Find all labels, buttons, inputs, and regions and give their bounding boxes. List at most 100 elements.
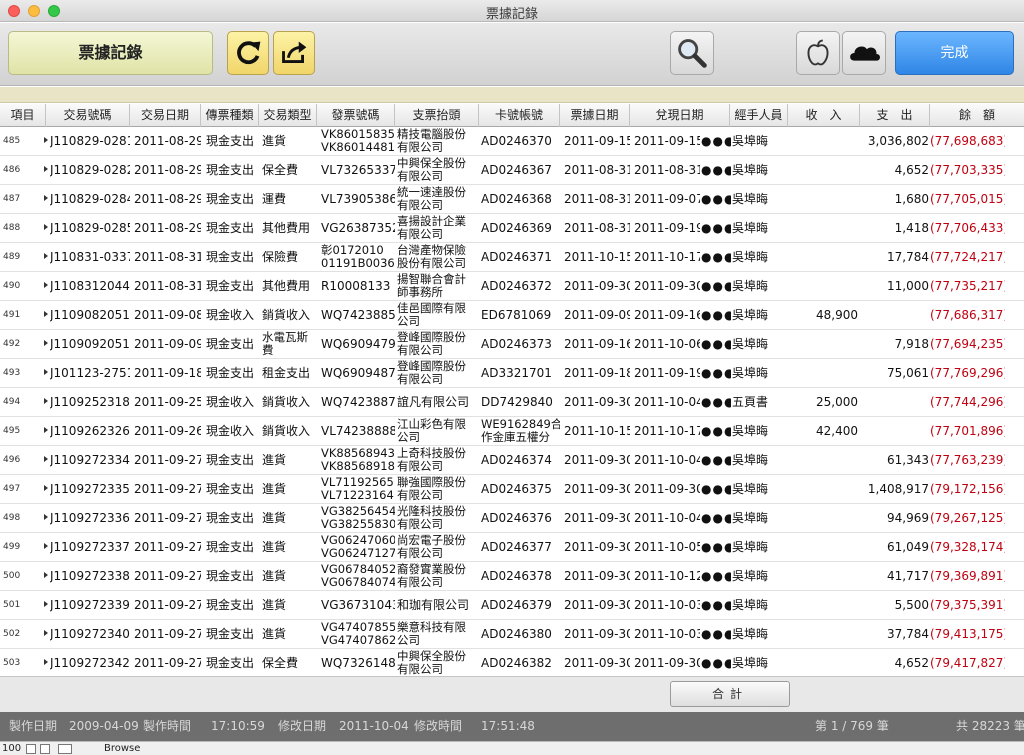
disclosure-arrow-icon[interactable] — [44, 456, 48, 462]
table-row[interactable]: 489 J110831-0337 2011-08-31 現金支出 保險費 彰0172010… — [0, 243, 1024, 272]
table-row[interactable]: 494 J1109252318 2011-09-25 現金收入 銷貨收入 WQ742388… — [0, 388, 1024, 417]
table-row[interactable]: 501 J1109272339 2011-09-27 現金支出 進貨 VG36731043… — [0, 591, 1024, 620]
table-row[interactable]: 499 J1109272337 2011-09-27 現金支出 進貨 VG06247060… — [0, 533, 1024, 562]
cell-acct: AD0246377 — [481, 533, 560, 561]
cell-date: 2011-09-27 — [134, 540, 201, 554]
cell-balance: (77,686,317) — [930, 308, 1005, 322]
total-button[interactable]: 合計 — [670, 681, 790, 707]
table-row[interactable]: 497 J1109272335 2011-09-27 現金支出 進貨 VL71192565… — [0, 475, 1024, 504]
table-row[interactable]: 495 J1109262326 2011-09-26 現金收入 銷貨收入 VL742388… — [0, 417, 1024, 446]
disclosure-arrow-icon[interactable] — [44, 601, 48, 607]
table-row[interactable]: 503 J1109272342 2011-09-27 現金支出 保全費 WQ7326148… — [0, 649, 1024, 676]
cell-voucher: 現金支出 — [206, 627, 255, 641]
column-header-voucher-type[interactable]: 傳票種類 — [201, 104, 259, 127]
cell-acct: AD0246378 — [481, 562, 560, 590]
cell-balance: (79,328,174) — [930, 540, 1005, 554]
cell-mask: ●●● — [701, 395, 731, 409]
cell-payee: 和珈有限公司 — [397, 591, 479, 619]
column-header-bill-date[interactable]: 票據日期 — [560, 104, 630, 127]
records-button[interactable]: 票據記錄 — [8, 31, 213, 75]
column-header-transaction-type[interactable]: 交易類型 — [259, 104, 317, 127]
cell-date: 2011-09-27 — [134, 453, 201, 467]
column-header-invoice-no[interactable]: 發票號碼 — [317, 104, 395, 127]
cell-cdate: 2011-10-03 — [634, 627, 700, 641]
cell-handler: 吳埠晦 — [732, 424, 769, 438]
cell-balance: (77,724,217) — [930, 250, 1005, 264]
column-header-item[interactable]: 項目 — [0, 104, 46, 127]
cell-date: 2011-09-27 — [134, 511, 201, 525]
disclosure-arrow-icon[interactable] — [44, 514, 48, 520]
refresh-button[interactable] — [227, 31, 269, 75]
done-button[interactable]: 完成 — [895, 31, 1014, 75]
mode-label[interactable]: Browse — [104, 742, 140, 755]
zoom-in-icon[interactable] — [40, 744, 50, 754]
disclosure-arrow-icon[interactable] — [44, 485, 48, 491]
cell-income — [788, 446, 858, 474]
cell-income — [788, 591, 858, 619]
table-row[interactable]: 498 J1109272336 2011-09-27 現金支出 進貨 VG38256454… — [0, 504, 1024, 533]
table-row[interactable]: 500 J1109272338 2011-09-27 現金支出 進貨 VG06784052… — [0, 562, 1024, 591]
cell-date: 2011-09-08 — [134, 308, 201, 322]
table-row[interactable]: 490 J1108312044 2011-08-31 現金支出 其他費用 R1000813… — [0, 272, 1024, 301]
disclosure-arrow-icon[interactable] — [44, 543, 48, 549]
search-button[interactable] — [670, 31, 714, 75]
zoom-level[interactable]: 100 — [2, 742, 21, 755]
column-header-transaction-no[interactable]: 交易號碼 — [46, 104, 130, 127]
cell-bdate: 2011-10-15 — [564, 424, 630, 438]
cell-expense: 94,969 — [887, 511, 929, 525]
disclosure-arrow-icon[interactable] — [44, 427, 48, 433]
table-row[interactable]: 487 J110829-0284 2011-08-29 現金支出 運費 VL7390538… — [0, 185, 1024, 214]
disclosure-arrow-icon[interactable] — [44, 659, 48, 665]
disclosure-arrow-icon[interactable] — [44, 572, 48, 578]
cell-mask: ●●● — [701, 424, 731, 438]
column-header-cash-date[interactable]: 兌現日期 — [630, 104, 730, 127]
cell-acct: AD0246375 — [481, 475, 560, 503]
row-number: 499 — [3, 542, 21, 552]
cell-handler: 吳埠晦 — [732, 540, 769, 554]
disclosure-arrow-icon[interactable] — [44, 137, 48, 143]
column-header-payee[interactable]: 支票抬頭 — [395, 104, 479, 127]
column-header-handler[interactable]: 經手人員 — [730, 104, 788, 127]
row-number: 488 — [3, 223, 21, 233]
zoom-out-icon[interactable] — [26, 744, 36, 754]
table-row[interactable]: 488 J110829-0285 2011-08-29 現金支出 其他費用 VG26387… — [0, 214, 1024, 243]
cell-tx: J110829-0285 — [50, 221, 130, 235]
disclosure-arrow-icon[interactable] — [44, 195, 48, 201]
apple-button[interactable] — [796, 31, 840, 75]
column-header-expense[interactable]: 支 出 — [860, 104, 930, 127]
disclosure-arrow-icon[interactable] — [44, 166, 48, 172]
disclosure-arrow-icon[interactable] — [44, 311, 48, 317]
cell-balance: (77,694,235) — [930, 337, 1005, 351]
table-row[interactable]: 492 J1109092051 2011-09-09 現金支出 水電瓦斯費 WQ69094… — [0, 330, 1024, 359]
column-header-balance[interactable]: 餘 額 — [930, 104, 1024, 127]
table-row[interactable]: 491 J1109082051 2011-09-08 現金收入 銷貨收入 WQ742388… — [0, 301, 1024, 330]
cell-date: 2011-09-27 — [134, 569, 201, 583]
disclosure-arrow-icon[interactable] — [44, 630, 48, 636]
disclosure-arrow-icon[interactable] — [44, 369, 48, 375]
disclosure-arrow-icon[interactable] — [44, 282, 48, 288]
cell-bdate: 2011-09-30 — [564, 656, 630, 670]
column-header-account[interactable]: 卡號帳號 — [479, 104, 560, 127]
column-header-transaction-date[interactable]: 交易日期 — [130, 104, 201, 127]
cell-payee-line: 有限公司 — [397, 169, 443, 183]
table-row[interactable]: 486 J110829-0282 2011-08-29 現金支出 保全費 VL732653… — [0, 156, 1024, 185]
table-row[interactable]: 485 J110829-0281 2011-08-29 現金支出 進貨 VK8601583… — [0, 127, 1024, 156]
cell-tx: J1109272334 — [50, 453, 130, 467]
cell-cdate: 2011-10-03 — [634, 598, 700, 612]
disclosure-arrow-icon[interactable] — [44, 398, 48, 404]
cloud-button[interactable] — [842, 31, 886, 75]
export-button[interactable] — [273, 31, 315, 75]
disclosure-arrow-icon[interactable] — [44, 340, 48, 346]
layout-toggle-icon[interactable] — [58, 744, 72, 754]
table-row[interactable]: 493 J101123-2751 2011-09-18 現金支出 租金支出 WQ69094… — [0, 359, 1024, 388]
disclosure-arrow-icon[interactable] — [44, 224, 48, 230]
disclosure-arrow-icon[interactable] — [44, 253, 48, 259]
cell-voucher: 現金支出 — [206, 337, 255, 351]
cell-balance: (79,267,125) — [930, 511, 1005, 525]
cell-expense: 3,036,802 — [867, 134, 929, 148]
table-row[interactable]: 496 J1109272334 2011-09-27 現金支出 進貨 VK88568943… — [0, 446, 1024, 475]
table-row[interactable]: 502 J1109272340 2011-09-27 現金支出 進貨 VG47407855… — [0, 620, 1024, 649]
cell-bdate: 2011-09-30 — [564, 453, 630, 467]
column-header-income[interactable]: 收 入 — [788, 104, 860, 127]
cell-income — [788, 533, 858, 561]
